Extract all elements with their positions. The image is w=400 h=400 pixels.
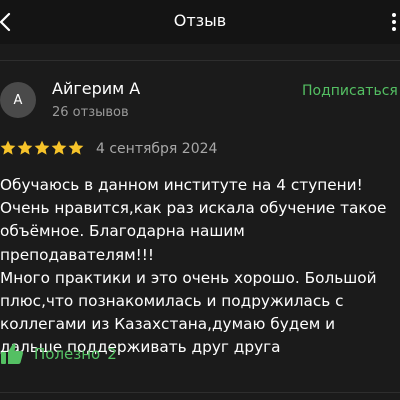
reviewer-name[interactable]: Айгерим А (52, 79, 140, 98)
star-icon (0, 140, 16, 155)
review-text: Обучаюсь в данном институте на 4 ступени… (0, 176, 387, 357)
top-bar: Отзыв (0, 0, 400, 44)
rating-stars (0, 140, 84, 156)
reviewer-reviews-count: 26 отзывов (52, 105, 129, 120)
avatar-letter: A (13, 92, 23, 108)
bottom-divider (0, 392, 400, 393)
star-icon (68, 140, 84, 155)
thumbs-up-icon (1, 343, 23, 364)
review-date: 4 сентября 2024 (96, 141, 218, 157)
page-title: Отзыв (173, 11, 227, 30)
star-icon (17, 140, 33, 155)
subscribe-button[interactable]: Подписаться (302, 83, 398, 99)
star-icon (51, 140, 67, 155)
helpful-button[interactable]: Полезно 2 (0, 340, 117, 368)
helpful-label: Полезно (34, 345, 101, 363)
helpful-count: 2 (107, 345, 117, 363)
review-screen: Отзыв A Айгерим А 26 отзывов Подписаться… (0, 0, 400, 400)
header-divider (0, 60, 400, 61)
avatar[interactable]: A (0, 82, 36, 118)
more-options-button[interactable] (386, 8, 400, 36)
star-icon (34, 140, 50, 155)
more-vertical-icon (392, 13, 396, 31)
